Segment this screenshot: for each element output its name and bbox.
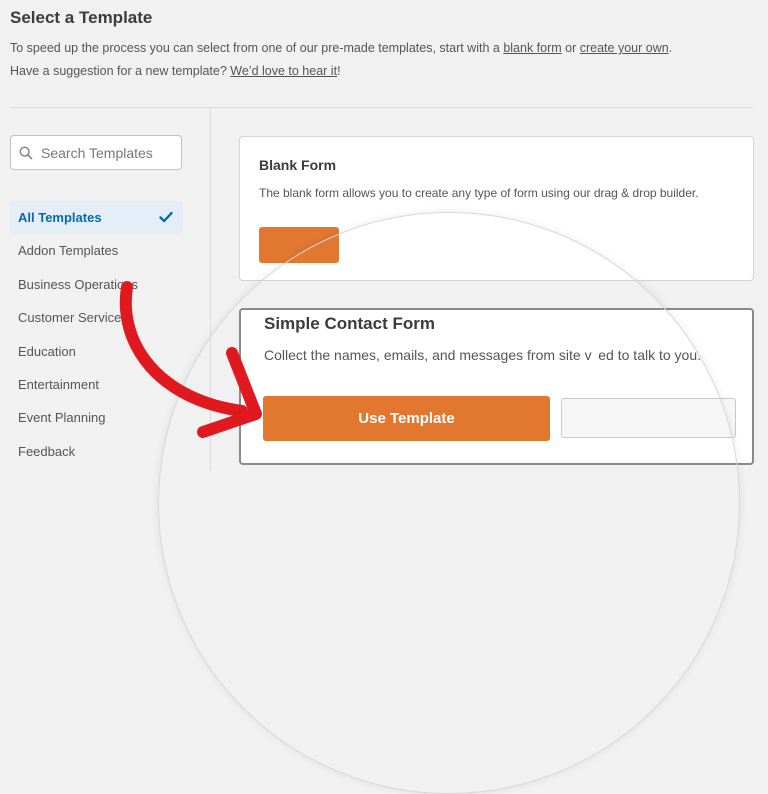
template-card-blank-form[interactable]: Blank Form The blank form allows you to … <box>239 136 754 281</box>
checkmark-icon <box>159 211 173 223</box>
search-box[interactable] <box>10 135 182 170</box>
zoom-magnifier-circle <box>158 212 740 794</box>
blank-form-button[interactable] <box>259 227 339 263</box>
category-entertainment[interactable]: Entertainment <box>10 368 183 401</box>
create-your-own-link[interactable]: create your own <box>580 41 669 55</box>
template-sidebar: All Templates Addon Templates Business O… <box>0 108 211 471</box>
search-input[interactable] <box>39 143 178 162</box>
page-title: Select a Template <box>10 8 153 27</box>
page-description: To speed up the process you can select f… <box>10 41 673 78</box>
suggest-template-link[interactable]: We’d love to hear it <box>230 64 337 78</box>
category-business-operations[interactable]: Business Operations <box>10 268 183 301</box>
blank-form-link[interactable]: blank form <box>503 41 561 55</box>
use-template-button[interactable]: Use Template <box>263 396 550 441</box>
template-title: Simple Contact Form <box>264 314 435 333</box>
category-customer-service[interactable]: Customer Service <box>10 301 183 334</box>
view-demo-button[interactable] <box>561 398 736 438</box>
category-all-templates[interactable]: All Templates <box>10 201 183 235</box>
category-event-planning[interactable]: Event Planning <box>10 401 183 434</box>
category-education[interactable]: Education <box>10 335 183 368</box>
category-addon-templates[interactable]: Addon Templates <box>10 234 183 267</box>
template-description: Collect the names, emails, and messages … <box>264 347 702 363</box>
template-title: Blank Form <box>259 157 337 173</box>
search-icon <box>19 145 33 160</box>
category-list: All Templates Addon Templates Business O… <box>10 201 183 468</box>
category-feedback[interactable]: Feedback <box>10 435 183 468</box>
template-description: The blank form allows you to create any … <box>259 186 699 200</box>
template-card-simple-contact-form[interactable]: Simple Contact Form Collect the names, e… <box>239 308 754 465</box>
